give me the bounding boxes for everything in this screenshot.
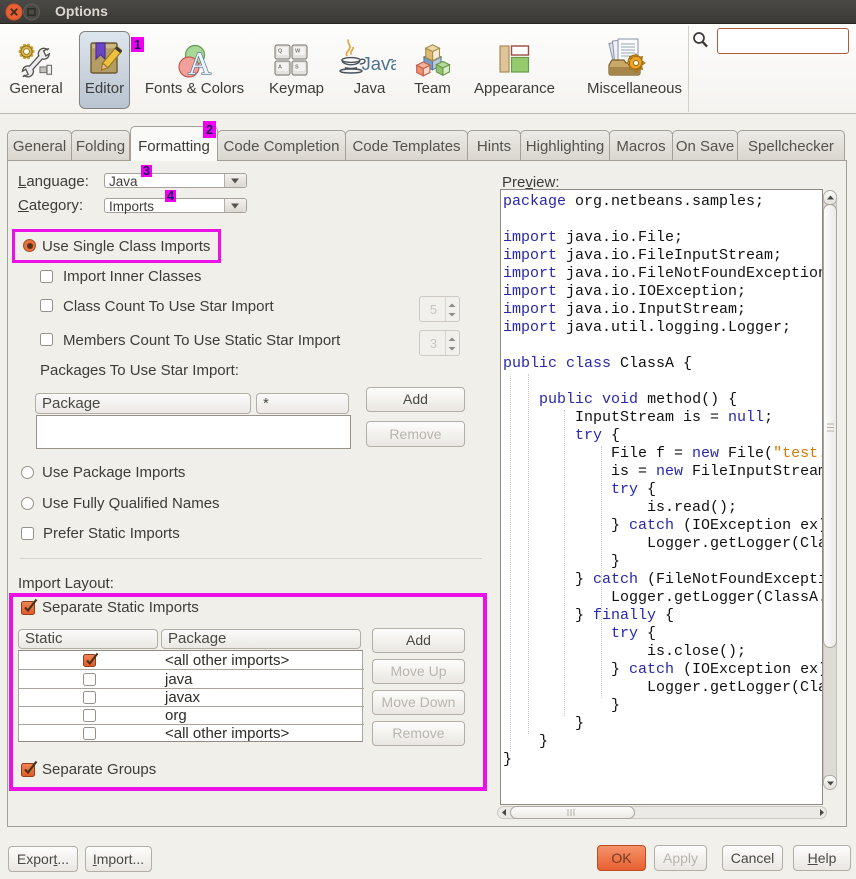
svg-text:Java: Java <box>362 53 397 74</box>
svg-text:Q: Q <box>278 49 283 55</box>
svg-text:W: W <box>295 49 301 55</box>
svg-text:S: S <box>295 65 299 71</box>
svg-text:A: A <box>278 65 282 71</box>
svg-text:A: A <box>188 45 211 78</box>
